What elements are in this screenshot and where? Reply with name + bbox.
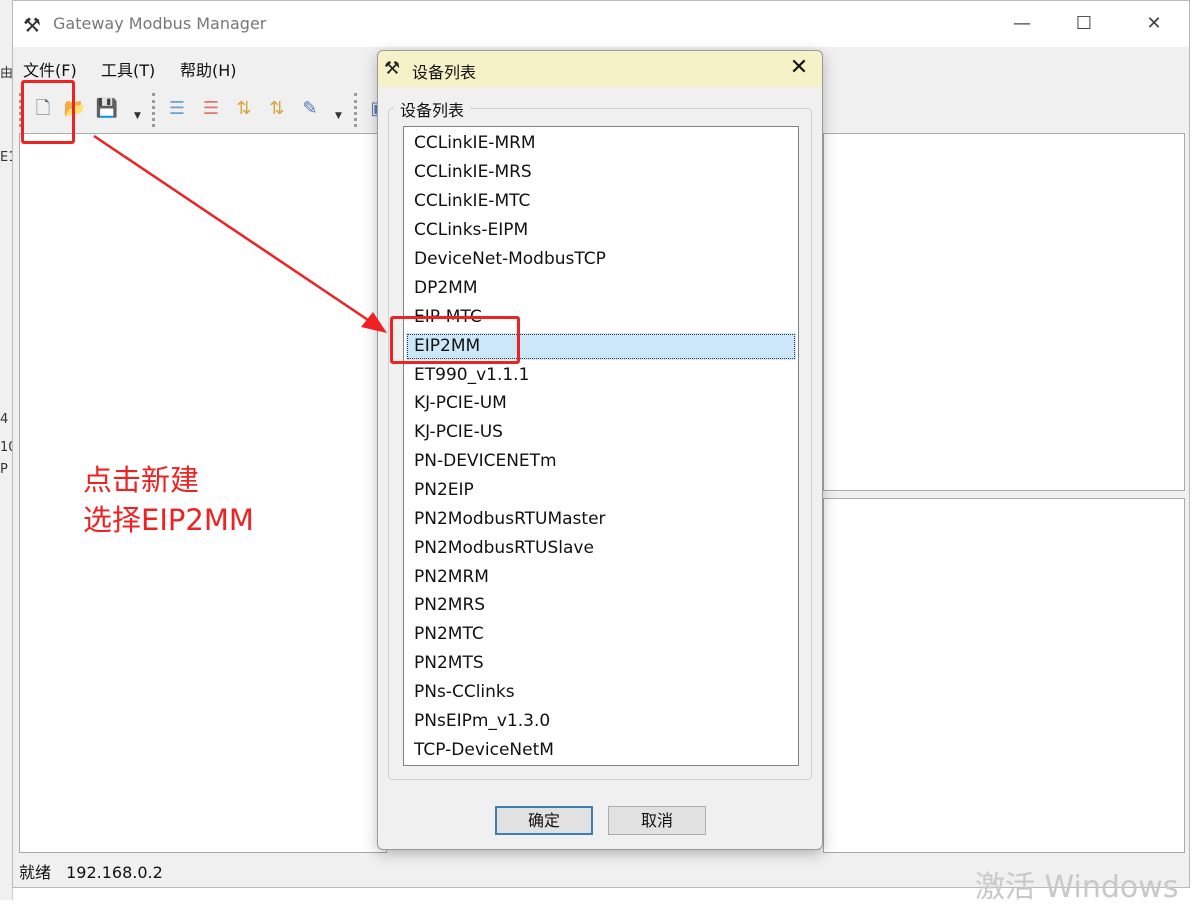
list-item[interactable]: PNs-CClinks — [406, 679, 796, 706]
remove-row-icon[interactable]: ☰ — [197, 95, 225, 123]
list-item[interactable]: CCLinks-EIPM — [406, 217, 796, 244]
list-item[interactable]: PN2MTC — [406, 621, 796, 648]
cancel-button[interactable]: 取消 — [608, 806, 706, 835]
list-item[interactable]: PN-DEVICENETm — [406, 448, 796, 475]
list-item[interactable]: PN2ModbusRTUSlave — [406, 535, 796, 562]
list-item[interactable]: PNsEIPm_v1.3.0 — [406, 708, 796, 735]
device-listbox[interactable]: CCLinkIE-MRM CCLinkIE-MRS CCLinkIE-MTC C… — [403, 126, 799, 766]
bg-fragment: P — [0, 462, 8, 477]
list-item[interactable]: CCLinkIE-MTC — [406, 188, 796, 215]
close-icon[interactable]: ✕ — [786, 55, 812, 81]
list-item[interactable]: PN2EIP — [406, 477, 796, 504]
device-list-dialog: ⚒ 设备列表 ✕ 设备列表 CCLinkIE-MRM CCLinkIE-MRS … — [377, 50, 823, 850]
detail-panel[interactable] — [823, 498, 1185, 853]
annotation-text: 点击新建 选择EIP2MM — [83, 460, 254, 540]
list-item[interactable]: DP2MM — [406, 275, 796, 302]
read-icon[interactable]: ⇅ — [230, 95, 258, 123]
dialog-title: 设备列表 — [412, 63, 477, 82]
list-item[interactable]: PN2MRS — [406, 592, 796, 619]
write-icon[interactable]: ⇅ — [263, 95, 291, 123]
status-text: 就绪 — [19, 863, 52, 882]
dialog-title-bar[interactable]: ⚒ 设备列表 ✕ — [378, 51, 822, 87]
menu-help[interactable]: 帮助(H) — [180, 57, 237, 81]
list-item[interactable]: KJ-PCIE-UM — [406, 390, 796, 417]
chevron-down-icon[interactable]: ▼ — [335, 111, 342, 121]
annotation-line2: 选择EIP2MM — [83, 503, 254, 537]
toolbar-grip[interactable] — [152, 93, 158, 127]
highlight-box-new — [21, 80, 75, 144]
highlight-box-eip2mm — [390, 316, 520, 364]
list-item[interactable]: ET990_v1.1.1 — [406, 362, 796, 389]
list-item[interactable]: KJ-PCIE-US — [406, 419, 796, 446]
tools-app-icon: ⚒ — [384, 58, 401, 79]
maximize-icon[interactable]: ☐ — [1061, 9, 1107, 39]
add-row-icon[interactable]: ☰ — [163, 95, 191, 123]
menu-tools[interactable]: 工具(T) — [101, 57, 155, 81]
status-bar: 就绪 192.168.0.2 — [19, 859, 173, 883]
annotation-line1: 点击新建 — [83, 463, 200, 497]
config-panel[interactable] — [823, 133, 1185, 491]
tools-app-icon: ⚒ — [23, 13, 41, 37]
list-item[interactable]: PN2ModbusRTUMaster — [406, 506, 796, 533]
window-title: Gateway Modbus Manager — [53, 14, 267, 33]
ok-button[interactable]: 确定 — [495, 806, 593, 835]
minimize-icon[interactable]: — — [999, 9, 1045, 39]
activation-watermark: 激活 Windows — [975, 870, 1179, 905]
save-icon[interactable]: 💾 — [93, 95, 121, 123]
group-label: 设备列表 — [394, 97, 471, 121]
list-item[interactable]: PN2MTS — [406, 650, 796, 677]
list-item[interactable]: CCLinkIE-MRS — [406, 159, 796, 186]
toolbar-grip[interactable] — [354, 93, 360, 127]
edit-icon[interactable]: ✎ — [296, 95, 324, 123]
close-icon[interactable]: ✕ — [1131, 9, 1177, 39]
list-item[interactable]: TCP-DeviceNetM — [406, 737, 796, 764]
list-item[interactable]: CCLinkIE-MRM — [406, 130, 796, 157]
list-item[interactable]: DeviceNet-ModbusTCP — [406, 246, 796, 273]
list-item[interactable]: PN2MRM — [406, 564, 796, 591]
bg-fragment: 4 — [0, 412, 9, 427]
status-ip: 192.168.0.2 — [66, 863, 163, 882]
title-bar[interactable]: ⚒ Gateway Modbus Manager — ☐ ✕ — [13, 1, 1189, 47]
menu-file[interactable]: 文件(F) — [23, 57, 77, 81]
chevron-down-icon[interactable]: ▼ — [134, 111, 141, 121]
